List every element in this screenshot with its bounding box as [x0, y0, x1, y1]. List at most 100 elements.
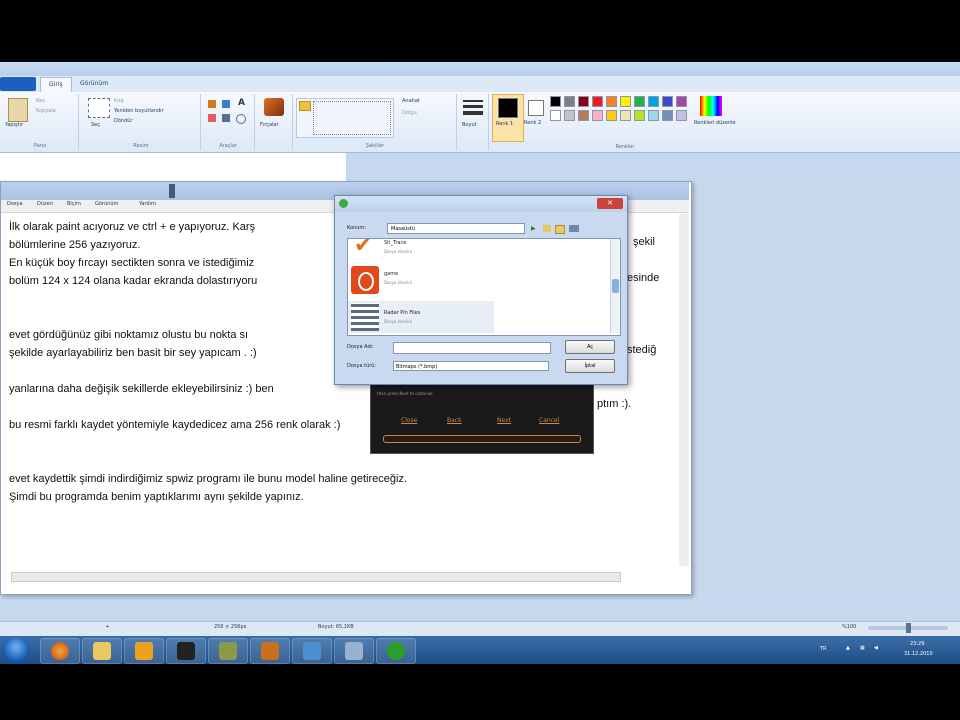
outline-button[interactable]: Anahat [402, 98, 420, 104]
magnifier-icon[interactable] [236, 114, 246, 124]
palette-swatch[interactable] [662, 110, 673, 121]
tab-view[interactable]: Görünüm [72, 77, 116, 91]
taskbar-explorer[interactable] [82, 638, 122, 664]
zoom-slider[interactable] [868, 623, 948, 633]
select-icon[interactable] [88, 98, 110, 118]
menu-file[interactable]: Dosya [7, 201, 23, 207]
palette-swatch[interactable] [606, 96, 617, 107]
menu-edit[interactable]: Düzen [37, 201, 53, 207]
open-button[interactable]: Aç [565, 340, 615, 354]
taskbar-app-4[interactable] [292, 638, 332, 664]
shapes-icons[interactable] [313, 101, 391, 135]
palette-swatch[interactable] [564, 96, 575, 107]
palette-swatch[interactable] [620, 96, 631, 107]
color-picker-icon[interactable] [222, 114, 230, 122]
file-type-select[interactable]: Bitmaps (*.bmp) [393, 361, 549, 371]
zoom-slider-thumb[interactable] [906, 623, 911, 633]
up-folder-icon[interactable] [543, 225, 551, 232]
scrollbar-thumb[interactable] [612, 279, 619, 293]
palette-swatch[interactable] [592, 96, 603, 107]
new-folder-icon[interactable] [555, 225, 565, 234]
palette-swatch[interactable] [648, 110, 659, 121]
copy-button[interactable]: Kopyala [36, 108, 56, 114]
back-arrow-icon[interactable]: ▶ [531, 225, 536, 232]
pencil-icon[interactable] [208, 100, 216, 108]
clock-date[interactable]: 31.12.2010 [904, 651, 933, 657]
menu-view[interactable]: Görünüm [95, 201, 118, 207]
palette-swatch[interactable] [592, 110, 603, 121]
edit-colors-label[interactable]: Renkleri düzenle [694, 120, 736, 126]
size-label[interactable]: Boyut [462, 122, 477, 128]
color1-selector[interactable]: Renk 1 [492, 94, 524, 142]
palette-swatch[interactable] [634, 110, 645, 121]
palette-swatch[interactable] [620, 110, 631, 121]
color2-selector[interactable]: Renk 2 [524, 94, 548, 140]
palette-swatch[interactable] [606, 110, 617, 121]
taskbar-media[interactable] [124, 638, 164, 664]
taskbar-firefox[interactable] [40, 638, 80, 664]
brushes-icon[interactable] [264, 98, 284, 116]
group-clipboard: Yapıştır Kes Kopyala Pano [2, 94, 79, 150]
taskbar-spwiz[interactable] [376, 638, 416, 664]
clock-time[interactable]: 23:29 [910, 641, 924, 647]
line-shape-icon[interactable] [299, 101, 311, 111]
spwiz-close-button[interactable]: Close [401, 417, 417, 424]
fill-bucket-icon[interactable] [222, 100, 230, 108]
dialog-close-button[interactable]: ✕ [597, 198, 623, 209]
start-button[interactable] [2, 637, 30, 663]
palette-swatch[interactable] [564, 110, 575, 121]
text-line [9, 452, 669, 470]
file-name-input[interactable] [393, 342, 551, 354]
spwiz-back-button[interactable]: Back [447, 417, 462, 424]
paste-icon[interactable] [8, 98, 28, 122]
palette-swatch[interactable] [662, 96, 673, 107]
menu-format[interactable]: Biçim [67, 201, 81, 207]
resize-button[interactable]: Yeniden boyutlandır [114, 108, 164, 114]
rotate-button[interactable]: Döndür [114, 118, 132, 124]
network-icon[interactable]: ▦ [860, 645, 865, 651]
paste-label[interactable]: Yapıştır [5, 122, 23, 128]
size-line-1 [463, 100, 483, 102]
list-item[interactable]: ✔ Sti_Trace Dosya klasörü [348, 239, 610, 263]
file-list-scrollbar[interactable] [610, 239, 620, 333]
brushes-label[interactable]: Fırçalar [260, 122, 279, 128]
palette-swatch[interactable] [634, 96, 645, 107]
cancel-button[interactable]: İptal [565, 359, 615, 373]
eraser-icon[interactable] [208, 114, 216, 122]
palette-swatch[interactable] [676, 96, 687, 107]
tray-up-arrow-icon[interactable]: ▲ [846, 645, 850, 651]
taskbar-paint[interactable] [334, 638, 374, 664]
palette-swatch[interactable] [648, 96, 659, 107]
cut-button[interactable]: Kes [36, 98, 45, 104]
palette-swatch[interactable] [676, 110, 687, 121]
edit-colors-icon[interactable] [700, 96, 722, 116]
list-item[interactable]: game Dosya klasörü [348, 265, 610, 297]
menu-help[interactable]: Yardım [139, 201, 156, 207]
text-tool-icon[interactable]: A [238, 98, 245, 108]
location-dropdown[interactable]: Masaüstü [387, 223, 525, 234]
view-menu-icon[interactable] [569, 225, 579, 232]
select-label[interactable]: Seç [91, 122, 100, 128]
palette-swatch[interactable] [550, 96, 561, 107]
dialog-title-bar[interactable]: ✕ [335, 196, 627, 212]
taskbar-app-3[interactable] [250, 638, 290, 664]
list-item[interactable]: Radar Pin Files Dosya klasörü [348, 301, 494, 333]
palette-swatch[interactable] [578, 96, 589, 107]
canvas-white-strip[interactable] [0, 153, 346, 181]
notepad-horizontal-scrollbar[interactable] [11, 572, 621, 582]
volume-icon[interactable]: ◀ [874, 645, 878, 651]
spwiz-next-button[interactable]: Next [497, 417, 511, 424]
tab-home[interactable]: Giriş [40, 77, 72, 92]
spwiz-cancel-button[interactable]: Cancel [539, 417, 559, 424]
language-indicator[interactable]: TR [820, 646, 827, 652]
file-list[interactable]: ✔ Sti_Trace Dosya klasörü game Dosya kla… [347, 238, 621, 336]
palette-swatch[interactable] [578, 110, 589, 121]
taskbar-app-runner[interactable] [166, 638, 206, 664]
taskbar-app-2[interactable] [208, 638, 248, 664]
paint-menu-button[interactable] [0, 77, 36, 91]
palette-swatch[interactable] [550, 110, 561, 121]
shapes-gallery[interactable] [296, 98, 394, 138]
crop-button[interactable]: Kırp [114, 98, 124, 104]
notepad-vertical-scrollbar[interactable] [679, 214, 689, 566]
fill-button[interactable]: Dolgu [402, 110, 417, 116]
